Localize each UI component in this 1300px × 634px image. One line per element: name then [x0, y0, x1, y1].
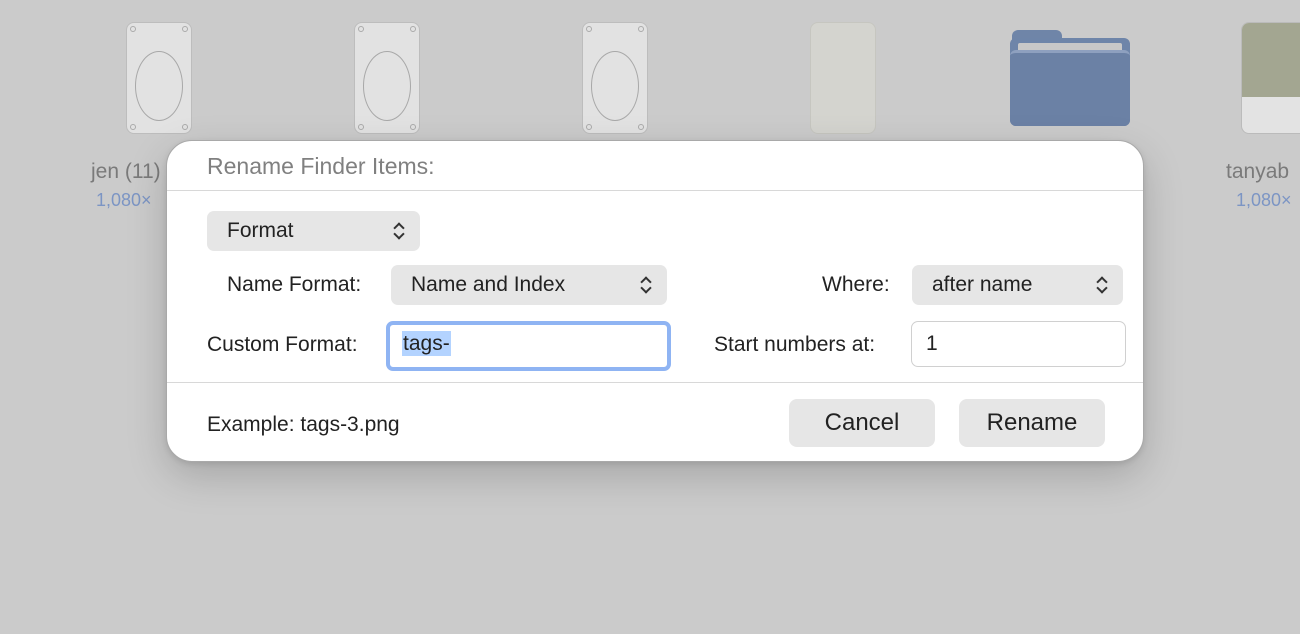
start-numbers-value: 1	[926, 332, 938, 355]
rename-button-label: Rename	[986, 409, 1078, 436]
chevron-updown-icon	[1095, 275, 1109, 295]
folder-icon[interactable]	[1010, 30, 1130, 128]
corner-ornament	[358, 26, 364, 32]
corner-ornament	[182, 124, 188, 130]
card-file-icon[interactable]	[126, 22, 192, 134]
where-label: Where:	[822, 273, 890, 296]
corner-ornament	[586, 124, 592, 130]
corner-ornament	[182, 26, 188, 32]
where-popup[interactable]: after name	[912, 265, 1123, 305]
file-name-label: tanyab	[1226, 160, 1290, 183]
chevron-updown-icon	[392, 221, 406, 241]
custom-format-field[interactable]: tags-	[386, 321, 671, 371]
rename-dialog: Rename Finder Items: Format Name Format:…	[166, 140, 1144, 462]
start-numbers-label: Start numbers at:	[714, 333, 876, 356]
corner-ornament	[130, 26, 136, 32]
name-format-label: Name Format:	[227, 273, 362, 296]
footer-separator	[167, 382, 1143, 383]
corner-ornament	[638, 124, 644, 130]
custom-format-label: Custom Format:	[207, 333, 358, 356]
rename-button[interactable]: Rename	[959, 399, 1105, 447]
corner-ornament	[410, 26, 416, 32]
where-value: after name	[932, 273, 1033, 296]
plain-file-icon[interactable]	[810, 22, 876, 134]
card-file-icon[interactable]	[582, 22, 648, 134]
cancel-button[interactable]: Cancel	[789, 399, 935, 447]
custom-format-value: tags-	[402, 331, 451, 356]
card-file-icon[interactable]	[354, 22, 420, 134]
image-thumbnail	[1242, 23, 1300, 97]
name-format-value: Name and Index	[411, 273, 566, 296]
cancel-button-label: Cancel	[824, 409, 900, 436]
example-text: Example: tags-3.png	[207, 413, 400, 436]
name-format-popup[interactable]: Name and Index	[391, 265, 667, 305]
oval-decoration	[135, 51, 183, 121]
file-name-label: jen (11)	[91, 160, 161, 183]
mode-popup-label: Format	[227, 219, 294, 242]
corner-ornament	[130, 124, 136, 130]
oval-decoration	[363, 51, 411, 121]
folder-front	[1010, 50, 1130, 126]
dialog-title: Rename Finder Items:	[207, 153, 435, 179]
file-dimensions-label: 1,080×	[96, 190, 152, 210]
corner-ornament	[358, 124, 364, 130]
mode-popup[interactable]: Format	[207, 211, 420, 251]
corner-ornament	[638, 26, 644, 32]
title-separator	[167, 190, 1143, 191]
corner-ornament	[586, 26, 592, 32]
corner-ornament	[410, 124, 416, 130]
oval-decoration	[591, 51, 639, 121]
file-dimensions-label: 1,080×	[1236, 190, 1292, 210]
chevron-updown-icon	[639, 275, 653, 295]
start-numbers-field[interactable]: 1	[911, 321, 1126, 367]
image-file-icon[interactable]	[1241, 22, 1300, 134]
